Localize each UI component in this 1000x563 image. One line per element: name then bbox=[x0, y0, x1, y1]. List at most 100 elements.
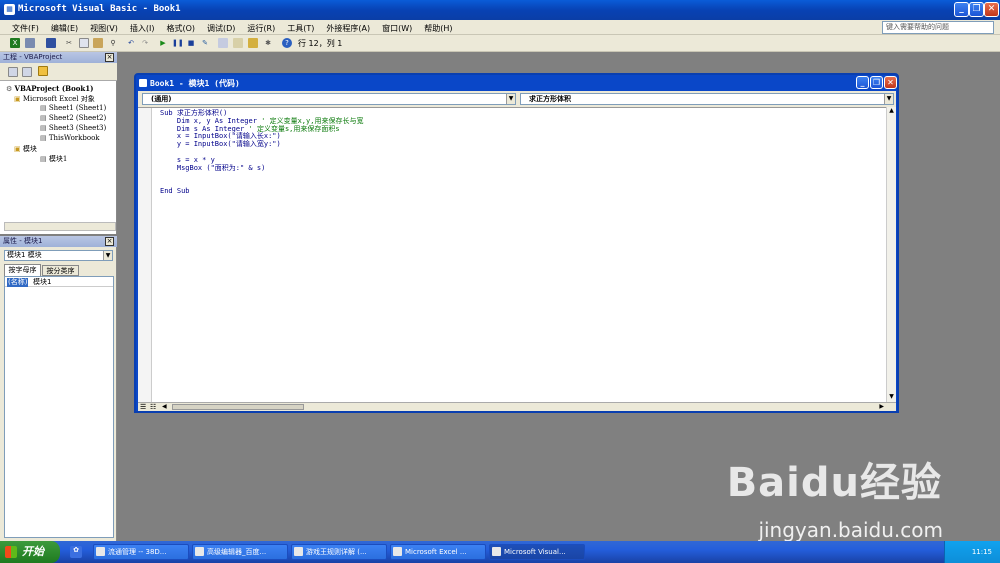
code-line[interactable]: MsgBox ("面积为:" & s) bbox=[160, 164, 363, 173]
code-comment: ' 定义变量x,y,用来保存长与宽 bbox=[261, 116, 364, 125]
window-title: Microsoft Visual Basic - Book1 bbox=[18, 4, 181, 14]
hscroll-thumb[interactable] bbox=[172, 404, 304, 410]
system-tray: 11:15 bbox=[944, 541, 1000, 563]
code-line[interactable] bbox=[160, 180, 363, 188]
menu-format[interactable]: 格式(O) bbox=[166, 23, 195, 34]
code-close-button[interactable]: ✕ bbox=[884, 76, 897, 89]
menu-addins[interactable]: 外接程序(A) bbox=[326, 23, 370, 34]
menu-edit[interactable]: 编辑(E) bbox=[51, 23, 78, 34]
app-icon bbox=[492, 547, 501, 556]
scroll-down-icon[interactable]: ▼ bbox=[887, 393, 896, 402]
props-object-selector[interactable]: 模块1 模块 ▼ bbox=[4, 250, 113, 261]
menu-file[interactable]: 文件(F) bbox=[12, 23, 39, 34]
tree-item-label: Sheet2 (Sheet2) bbox=[48, 114, 107, 122]
project-explorer-icon[interactable] bbox=[218, 38, 228, 48]
menu-tools[interactable]: 工具(T) bbox=[287, 23, 314, 34]
app-icon bbox=[393, 547, 402, 556]
menu-insert[interactable]: 插入(I) bbox=[130, 23, 155, 34]
design-mode-icon[interactable]: ✎ bbox=[200, 38, 210, 48]
excel-icon[interactable]: X bbox=[10, 38, 20, 48]
menu-help[interactable]: 帮助(H) bbox=[424, 23, 452, 34]
view-object-icon[interactable] bbox=[22, 67, 32, 77]
code-window[interactable]: Book1 - 模块1 (代码) _ ❐ ✕ (通用) ▼ 求正方形体积 ▼ S… bbox=[134, 73, 899, 413]
taskbar-button[interactable]: Microsoft Visual... bbox=[489, 544, 585, 560]
start-label: 开始 bbox=[22, 545, 44, 558]
chevron-down-icon[interactable]: ▼ bbox=[103, 251, 112, 260]
tab-categorized[interactable]: 按分类序 bbox=[42, 265, 79, 276]
copy-icon[interactable] bbox=[79, 38, 89, 48]
object-combo[interactable]: (通用) ▼ bbox=[142, 93, 516, 105]
object-browser-icon[interactable] bbox=[248, 38, 258, 48]
prop-name-value[interactable]: 模块1 bbox=[33, 278, 51, 287]
tree-item[interactable]: ▣ Microsoft Excel 对象 bbox=[14, 94, 95, 104]
menu-debug[interactable]: 调试(D) bbox=[207, 23, 235, 34]
start-button[interactable]: 开始 bbox=[0, 541, 60, 563]
scroll-right-icon[interactable]: ▶ bbox=[879, 403, 884, 410]
insert-module-icon[interactable] bbox=[25, 38, 35, 48]
view-code-icon[interactable] bbox=[8, 67, 18, 77]
taskbar-button-label: 游戏王规则详解 (... bbox=[306, 548, 367, 556]
paste-icon[interactable] bbox=[93, 38, 103, 48]
taskbar-button[interactable]: Microsoft Excel ... bbox=[390, 544, 486, 560]
taskbar-button-label: Microsoft Excel ... bbox=[405, 548, 467, 556]
tree-item[interactable]: ▤ Sheet2 (Sheet2) bbox=[40, 114, 106, 122]
full-module-view-icon[interactable]: ☷ bbox=[150, 403, 156, 411]
tree-item[interactable]: ▣ 模块 bbox=[14, 144, 37, 154]
properties-icon[interactable] bbox=[233, 38, 243, 48]
tree-item[interactable]: ▤ Sheet3 (Sheet3) bbox=[40, 124, 106, 132]
code-line[interactable]: y = InputBox("请输入宽y:") bbox=[160, 140, 363, 149]
code-line[interactable]: End Sub bbox=[160, 187, 363, 196]
code-hscroll[interactable]: ☰ ☷ ◀ ▶ bbox=[138, 402, 896, 411]
module-icon: ▤ bbox=[40, 114, 49, 122]
menu-view[interactable]: 视图(V) bbox=[90, 23, 118, 34]
tab-alphabetic[interactable]: 按字母序 bbox=[4, 264, 41, 276]
redo-icon[interactable]: ↷ bbox=[140, 38, 150, 48]
project-pane-title: 工程 - VBAProject bbox=[0, 52, 117, 63]
tree-item[interactable]: ▤ ThisWorkbook bbox=[40, 134, 100, 142]
chevron-down-icon[interactable]: ▼ bbox=[506, 94, 515, 104]
properties-pane: 属性 - 模块1 × 模块1 模块 ▼ 按字母序 按分类序 (名称) 模块1 bbox=[0, 236, 117, 541]
procedure-view-icon[interactable]: ☰ bbox=[140, 403, 146, 411]
tree-item[interactable]: ▤ 模块1 bbox=[40, 154, 67, 164]
minimize-button[interactable]: _ bbox=[954, 2, 969, 17]
prop-row-name[interactable]: (名称) 模块1 bbox=[5, 278, 113, 287]
code-editor[interactable]: Sub 求正方形体积() Dim x, y As Integer ' 定义变量x… bbox=[138, 107, 896, 403]
restore-button[interactable]: ❐ bbox=[969, 2, 984, 17]
tree-item[interactable]: ⚙ VBAProject (Book1) bbox=[6, 84, 93, 93]
code-restore-button[interactable]: ❐ bbox=[870, 76, 883, 89]
help-icon[interactable]: ? bbox=[282, 38, 292, 48]
run-icon[interactable]: ▶ bbox=[158, 38, 168, 48]
taskbar-button[interactable]: 流通管理 -- 38D... bbox=[93, 544, 189, 560]
break-icon[interactable]: ❚❚ bbox=[172, 38, 184, 48]
code-lines[interactable]: Sub 求正方形体积() Dim x, y As Integer ' 定义变量x… bbox=[160, 109, 364, 196]
toggle-folders-icon[interactable] bbox=[38, 66, 48, 76]
code-minimize-button[interactable]: _ bbox=[856, 76, 869, 89]
tree-item[interactable]: ▤ Sheet1 (Sheet1) bbox=[40, 104, 106, 112]
undo-icon[interactable]: ↶ bbox=[126, 38, 136, 48]
project-pane-close-button[interactable]: × bbox=[105, 53, 114, 62]
find-icon[interactable]: ⚲ bbox=[108, 38, 118, 48]
code-line[interactable] bbox=[160, 172, 363, 180]
code-vscroll[interactable]: ▲ ▼ bbox=[886, 107, 896, 402]
menu-window[interactable]: 窗口(W) bbox=[382, 23, 412, 34]
cut-icon[interactable]: ✂ bbox=[64, 38, 74, 48]
chevron-down-icon[interactable]: ▼ bbox=[884, 94, 893, 104]
save-icon[interactable] bbox=[46, 38, 56, 48]
props-pane-close-button[interactable]: × bbox=[105, 237, 114, 246]
taskbar-button[interactable]: 高级编辑器_百度... bbox=[192, 544, 288, 560]
quick-launch-icon[interactable]: ✿ bbox=[70, 546, 82, 558]
reset-icon[interactable]: ■ bbox=[186, 38, 196, 48]
project-pane-hscroll[interactable] bbox=[4, 222, 116, 231]
taskbar-button[interactable]: 游戏王规则详解 (... bbox=[291, 544, 387, 560]
toolbox-icon[interactable]: ✱ bbox=[263, 38, 273, 48]
scroll-up-icon[interactable]: ▲ bbox=[887, 107, 896, 116]
app-title-bar[interactable]: ▦ Microsoft Visual Basic - Book1 _ ❐ ✕ bbox=[0, 0, 1000, 20]
menu-run[interactable]: 运行(R) bbox=[247, 23, 275, 34]
procedure-combo[interactable]: 求正方形体积 ▼ bbox=[520, 93, 894, 105]
clock: 11:15 bbox=[971, 548, 992, 556]
help-search-input[interactable]: 键入需要帮助的问题 bbox=[882, 21, 994, 34]
props-grid: (名称) 模块1 bbox=[4, 276, 114, 538]
scroll-left-icon[interactable]: ◀ bbox=[162, 403, 167, 410]
procedure-combo-value: 求正方形体积 bbox=[529, 95, 571, 103]
close-button[interactable]: ✕ bbox=[984, 2, 999, 17]
